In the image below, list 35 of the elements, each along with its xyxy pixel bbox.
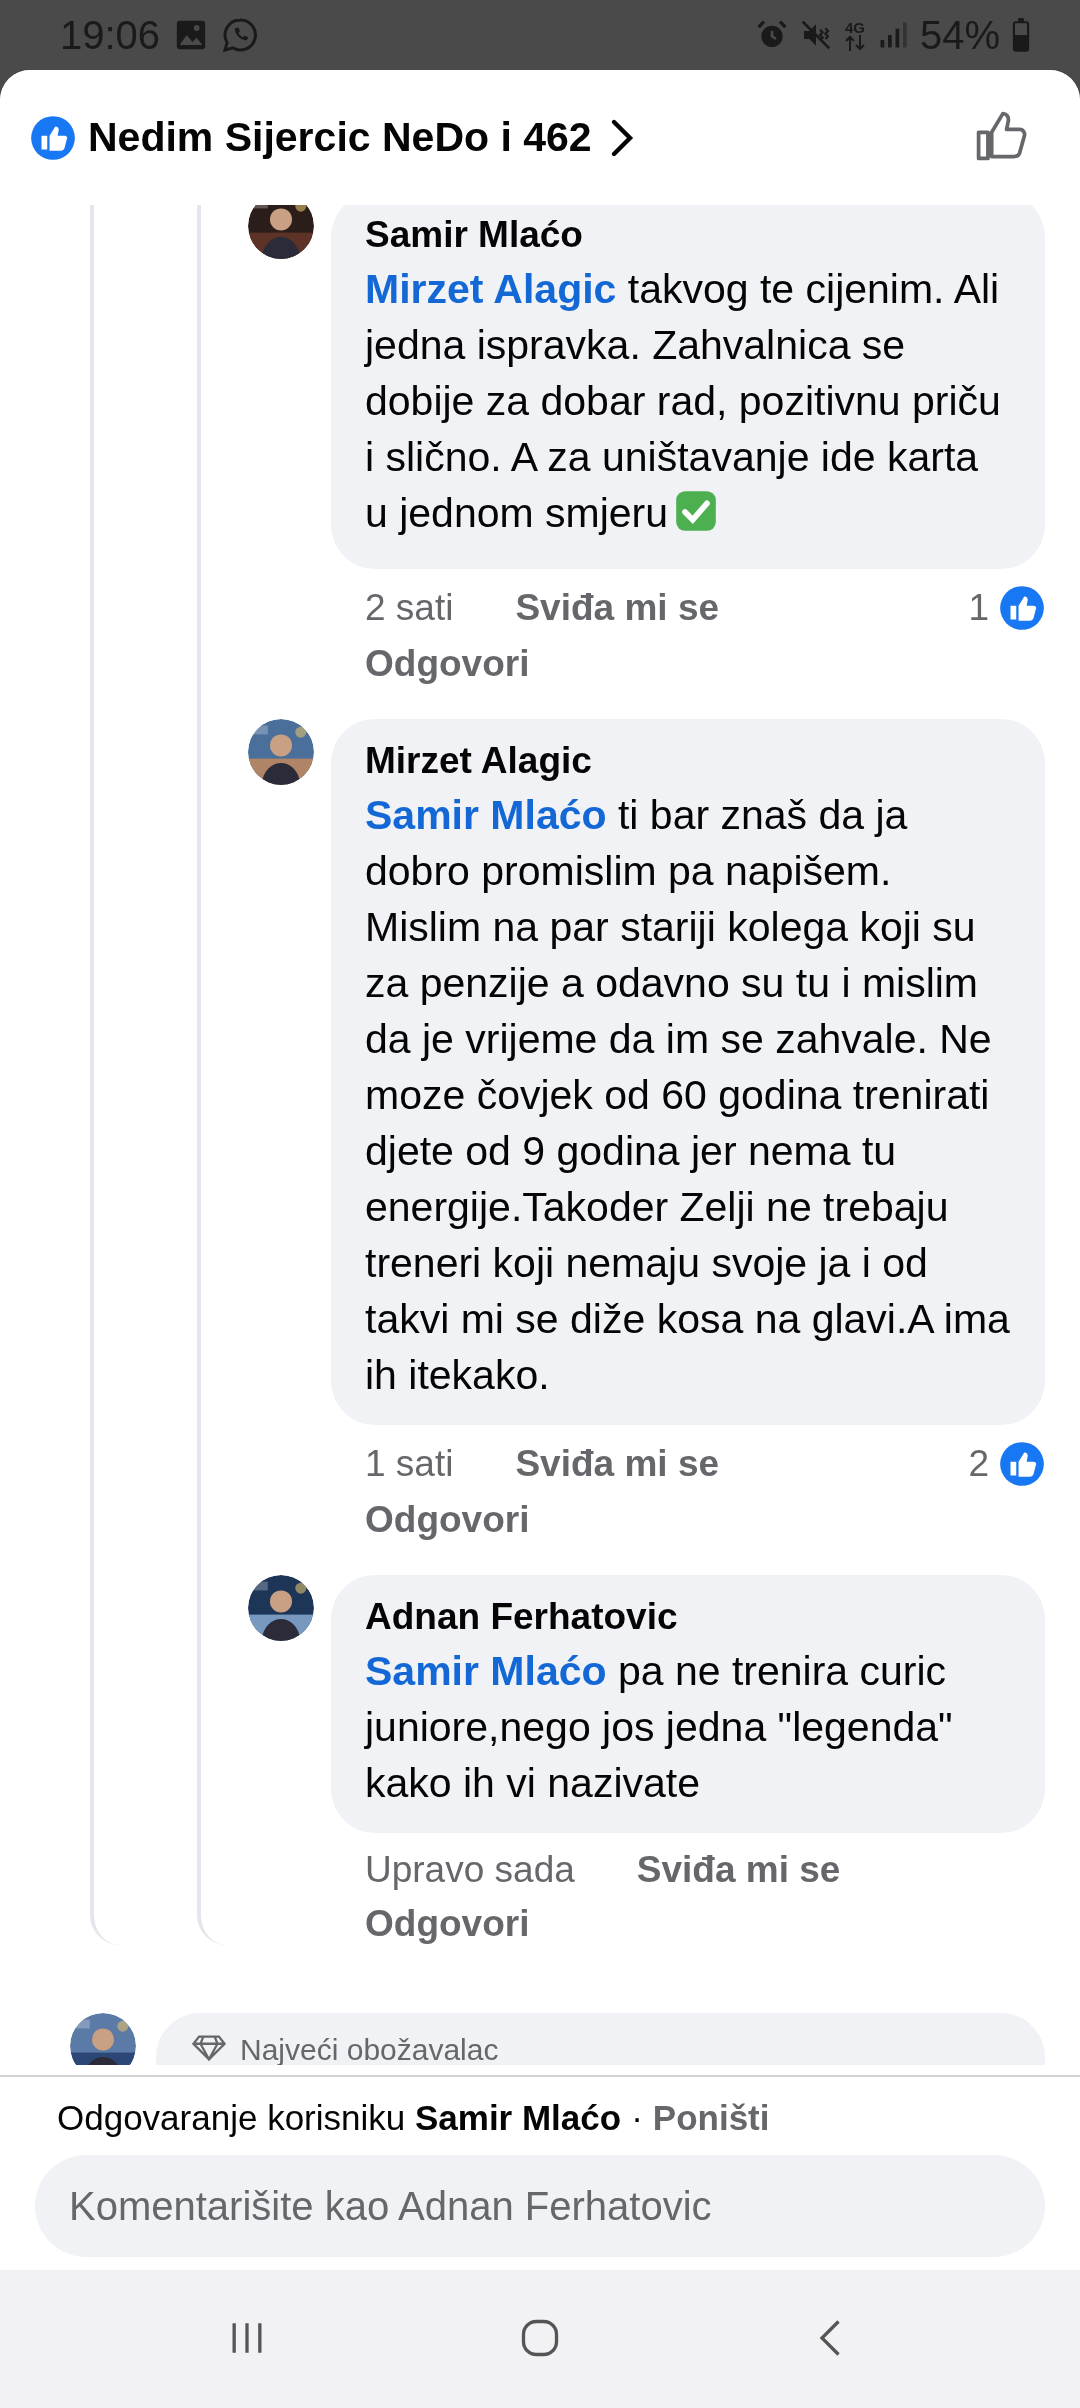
comment-author: Samir Mlaćo <box>365 213 584 257</box>
like-link[interactable]: Sviđa mi se <box>515 1443 720 1485</box>
reply-link[interactable]: Odgovori <box>331 1891 530 1945</box>
like-link[interactable]: Sviđa mi se <box>515 587 720 629</box>
battery-icon <box>1012 18 1030 52</box>
reply-link[interactable]: Odgovori <box>331 631 530 685</box>
separator-dot: · <box>631 2097 643 2139</box>
diamond-icon <box>192 2035 226 2061</box>
check-mark-icon <box>674 489 719 533</box>
chevron-right-icon <box>609 117 634 158</box>
comment-time: 1 sati <box>365 1443 454 1485</box>
data-arrows-icon <box>843 34 866 51</box>
mute-icon <box>799 19 832 51</box>
comment-field[interactable]: Komentarišite kao Adnan Ferhatovic <box>35 2155 1045 2257</box>
like-link[interactable]: Sviđa mi se <box>636 1849 841 1891</box>
comment-author: Adnan Ferhatovic <box>365 1595 679 1639</box>
reactions-link[interactable]: Nedim Sijercic NeDo i 462 <box>88 114 634 161</box>
cancel-link[interactable]: Poništi <box>652 2093 770 2143</box>
reaction-count: 2 <box>968 1443 989 1485</box>
comment-time: 2 sati <box>365 587 454 629</box>
chat-icon <box>222 17 259 53</box>
comment-text: Mirzet Alagic takvog te cijenim. Ali jedna ispravka. Zahvalnica se dobije za dobar rad, pozitivnu priču i slično. A za uništavanje ide karta u jednom smjeru <box>365 265 1002 538</box>
comment-text: Samir Mlaćo pa ne trenira curic juniore,nego jos jedna "legenda" kako ih vi nazivate <box>365 1647 954 1808</box>
like-reaction-icon <box>999 1441 1045 1487</box>
like-reaction-icon <box>999 585 1045 631</box>
reply-link[interactable]: Odgovori <box>331 1487 530 1541</box>
replying-to-text: Odgovaranje korisniku Samir Mlaćo <box>57 2097 622 2139</box>
mention-link[interactable]: Mirzet Alagic <box>365 266 617 312</box>
comment-author: Mirzet Alagic <box>365 739 593 783</box>
mention-link[interactable]: Samir Mlaćo <box>365 1648 607 1694</box>
comment-text: Samir Mlaćo ti bar znaš da ja dobro promislim pa napišem. Mislim na par stariji kolega koji su za penzije a odavno su tu i mislim da je vrijeme da im se zahvale. Ne moze čovjek od 60 godina trenirati djete od 9 godina jer nema tu energije.Takoder Zelji ne trebaju treneri koji nemaju svoje ja i od takvi mi se diže kosa na glavi.A ima ih itekako. <box>365 791 1011 1400</box>
comment-time: Upravo sada <box>365 1849 575 1891</box>
like-reaction-icon <box>30 114 76 161</box>
reaction-count: 1 <box>968 587 989 629</box>
mention-link[interactable]: Samir Mlaćo <box>365 792 607 838</box>
